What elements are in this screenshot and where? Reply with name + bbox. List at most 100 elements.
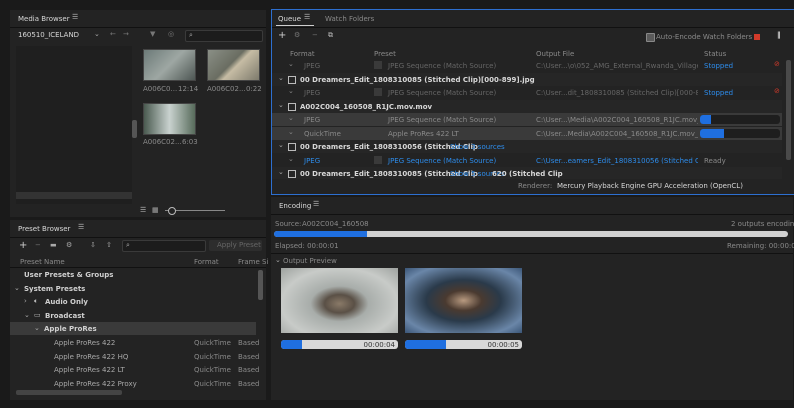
stop-icon[interactable]: ⊘ (774, 87, 780, 95)
output-file-path[interactable]: C:\User...eamers_Edit_1808310056 (Stitch… (536, 157, 698, 165)
clip-thumbnail[interactable] (143, 103, 196, 135)
panel-menu-icon[interactable]: ☰ (78, 223, 84, 231)
tab-queue[interactable]: Queue (278, 15, 301, 23)
output-preset[interactable]: Apple ProRes 422 LT (388, 130, 459, 138)
output-format[interactable]: JPEG (304, 62, 320, 70)
output-preset[interactable]: JPEG Sequence (Match Source) (388, 116, 496, 124)
output-file-path[interactable]: C:\User...\Media\A002C004_160508_R1JC.mo… (536, 116, 698, 124)
output-format[interactable]: QuickTime (304, 130, 341, 138)
import-preset-icon[interactable]: ⇩ (90, 241, 96, 249)
output-preset[interactable]: JPEG Sequence (Match Source) (388, 89, 496, 97)
preset-scrollbar[interactable] (258, 270, 263, 300)
grid-view-icon[interactable]: ▦ (152, 206, 159, 214)
output-preset[interactable]: JPEG Sequence (Match Source) (388, 62, 496, 70)
output-preset[interactable]: JPEG Sequence (Match Source) (388, 157, 496, 165)
panel-menu-icon[interactable]: ☰ (313, 200, 319, 208)
preset-tree-item[interactable]: › 🔈︎ Audio Only (10, 295, 256, 308)
preset-tree-item[interactable]: ⌄ Apple ProRes (10, 322, 256, 336)
queue-source-group[interactable]: ⌄ 00 Dreamers_Edit_1808310085 (Stitched C… (272, 72, 782, 86)
queue-output-row[interactable]: ⌄ QuickTime Apple ProRes 422 LT C:\User...M… (272, 126, 782, 140)
chevron-down-icon[interactable]: ⌄ (288, 155, 294, 163)
renderer-dropdown[interactable]: Mercury Playback Engine GPU Acceleration… (554, 180, 784, 191)
chevron-down-icon[interactable]: ⌄ (278, 101, 284, 109)
new-group-icon[interactable]: ▬ (50, 241, 57, 249)
clip-thumbnail[interactable] (207, 49, 260, 81)
auto-encode-checkbox[interactable] (646, 33, 655, 42)
search-input[interactable]: ⌕ (185, 30, 263, 42)
apply-preset-button[interactable]: Apply Preset (209, 240, 262, 251)
panel-menu-icon[interactable]: ☰ (72, 13, 78, 21)
chevron-down-icon[interactable]: ⌄ (275, 256, 281, 264)
column-format[interactable]: Format (290, 50, 315, 58)
show-sources-link[interactable]: Show 3 sources (450, 143, 505, 151)
output-format[interactable]: JPEG (304, 89, 320, 97)
preset-tree-item[interactable]: Apple ProRes 422 HQ QuickTime Based (10, 350, 260, 363)
output-file-path[interactable]: C:\User...dit_1808310085 (Stitched Clip)… (536, 89, 698, 97)
pause-icon[interactable]: ‖ (777, 31, 781, 39)
queue-source-group[interactable]: ⌄ A002C004_160508_R1JC.mov.mov (272, 99, 782, 113)
queue-source-group[interactable]: ⌄ 00 Dreamers_Edit_1808310085 (Stitched C… (272, 167, 782, 179)
column-status[interactable]: Status (704, 50, 726, 58)
chevron-down-icon[interactable]: ⌄ (288, 114, 294, 122)
column-frame-size[interactable]: Frame Si (238, 258, 268, 266)
chevron-down-icon[interactable]: ⌄ (24, 311, 30, 319)
forward-arrow-icon[interactable]: → (123, 30, 129, 38)
tab-watch-folders[interactable]: Watch Folders (325, 15, 374, 23)
duplicate-icon[interactable]: ⧉ (328, 31, 333, 40)
column-preset[interactable]: Preset (374, 50, 396, 58)
output-file-path[interactable]: C:\User...\o\052_AMG_External_Rwanda_Vil… (536, 62, 698, 70)
folder-dropdown[interactable]: 160510_ICELAND (18, 31, 79, 39)
slider-handle[interactable] (168, 207, 176, 215)
settings-icon[interactable]: ⚙ (294, 31, 300, 39)
chevron-down-icon[interactable]: ⌄ (94, 30, 100, 38)
view-toggle-icon[interactable]: ◎ (168, 30, 174, 38)
output-file-path[interactable]: C:\User...Media\A002C004_160508_R1JC.mov… (536, 130, 698, 138)
preset-tree-item[interactable]: User Presets & Groups (10, 268, 256, 281)
queue-source-group[interactable]: ⌄ 00 Dreamers_Edit_1808310056 (Stitched C… (272, 140, 782, 153)
back-arrow-icon[interactable]: ← (110, 30, 116, 38)
queue-output-row[interactable]: ⌄ JPEG JPEG Sequence (Match Source) C:\User… (272, 154, 782, 167)
chevron-down-icon[interactable]: ⌄ (14, 284, 20, 292)
queue-output-row[interactable]: ⌄ JPEG JPEG Sequence (Match Source) C:\User… (272, 113, 782, 126)
settings-icon[interactable]: ⚙ (66, 241, 72, 249)
column-format[interactable]: Format (194, 258, 219, 266)
preset-browser-title[interactable]: Preset Browser (18, 225, 70, 233)
preset-search-input[interactable]: ⌕ (122, 240, 206, 252)
list-view-icon[interactable]: ☰ (140, 206, 146, 214)
remove-icon[interactable]: − (312, 31, 318, 39)
filter-icon[interactable]: ▼ (150, 30, 155, 38)
chevron-right-icon[interactable]: › (24, 297, 27, 305)
column-preset-name[interactable]: Preset Name (20, 258, 65, 266)
preset-tree-item[interactable]: Apple ProRes 422 LT QuickTime Based (10, 363, 260, 376)
queue-scrollbar[interactable] (786, 60, 791, 160)
queue-output-row[interactable]: ⌄ JPEG JPEG Sequence (Match Source) C:\User… (272, 86, 782, 99)
stop-queue-button[interactable] (754, 34, 760, 40)
clip-thumbnail[interactable] (143, 49, 196, 81)
media-browser-title[interactable]: Media Browser (18, 15, 70, 23)
chevron-down-icon[interactable]: ⌄ (34, 324, 40, 332)
output-preview-label[interactable]: Output Preview (283, 257, 337, 265)
preset-hscrollbar[interactable] (16, 390, 122, 395)
encoding-title[interactable]: Encoding (279, 202, 311, 210)
preset-tree-item[interactable]: ⌄ System Presets (10, 282, 256, 295)
chevron-down-icon[interactable]: ⌄ (288, 128, 294, 136)
tree-scrollbar[interactable] (132, 120, 137, 138)
output-format[interactable]: JPEG (304, 116, 320, 124)
chevron-down-icon[interactable]: ⌄ (278, 168, 284, 176)
output-format[interactable]: JPEG (304, 157, 320, 165)
column-output-file[interactable]: Output File (536, 50, 574, 58)
add-source-icon[interactable]: + (278, 30, 286, 41)
remove-preset-icon[interactable]: − (35, 241, 41, 249)
chevron-down-icon[interactable]: ⌄ (288, 87, 294, 95)
chevron-down-icon[interactable]: ⌄ (288, 60, 294, 68)
chevron-down-icon[interactable]: ⌄ (278, 74, 284, 82)
stop-icon[interactable]: ⊘ (774, 60, 780, 68)
preset-tree-item[interactable]: Apple ProRes 422 Proxy QuickTime Based (10, 377, 260, 390)
export-preset-icon[interactable]: ⇧ (106, 241, 112, 249)
preset-tree-item[interactable]: Apple ProRes 422 QuickTime Based (10, 336, 260, 349)
add-preset-icon[interactable]: + (19, 240, 27, 251)
chevron-down-icon[interactable]: ⌄ (278, 141, 284, 149)
folder-tree[interactable] (16, 46, 132, 204)
preset-tree-item[interactable]: ⌄ ▭ Broadcast (10, 309, 256, 322)
panel-menu-icon[interactable]: ☰ (304, 13, 310, 21)
